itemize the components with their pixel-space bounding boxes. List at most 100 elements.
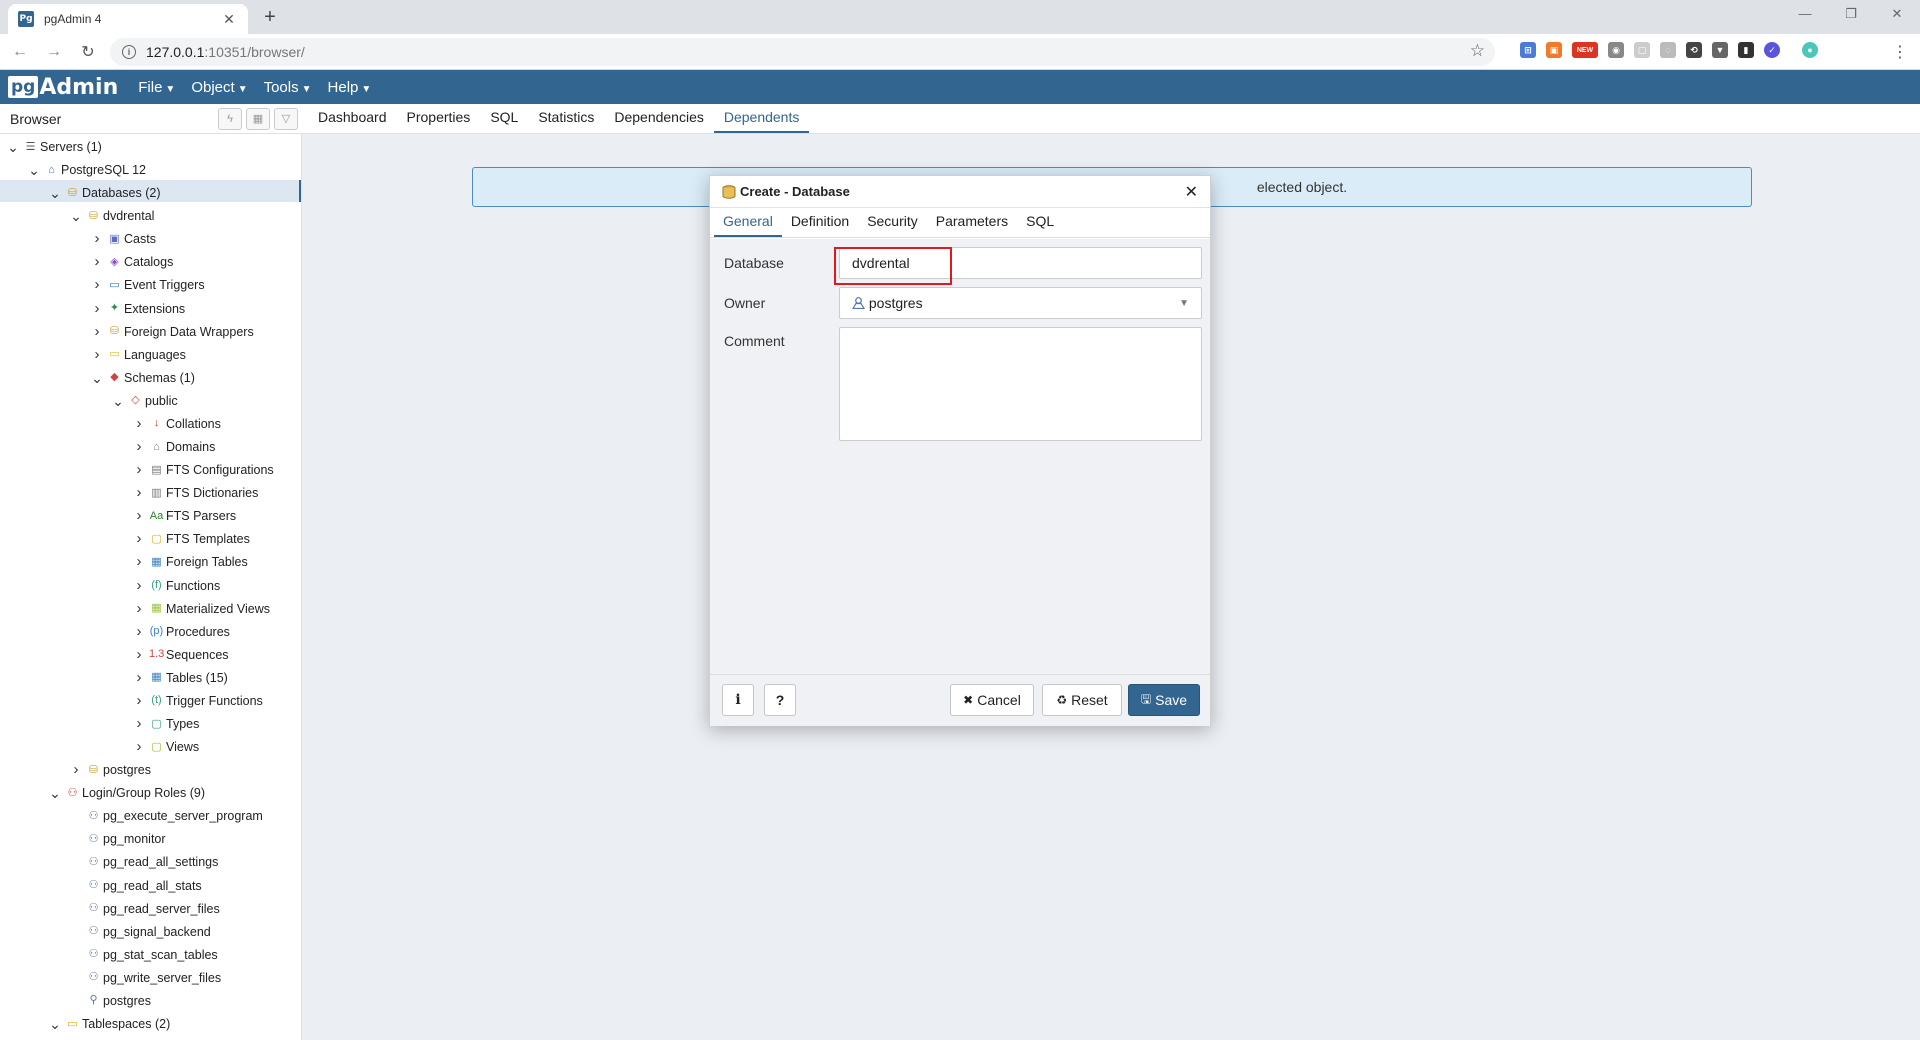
tree-node[interactable]: › ▢ FTS Templates — [132, 528, 250, 550]
chevron-right-icon[interactable]: › — [132, 553, 146, 571]
chevron-right-icon[interactable]: › — [132, 738, 146, 756]
tree-node[interactable]: › ▦ Tables (15) — [132, 667, 228, 689]
forward-icon[interactable]: → — [40, 43, 68, 61]
tree-node[interactable]: › ▦ Foreign Tables — [132, 551, 248, 573]
tree-node[interactable]: › (t) Trigger Functions — [132, 690, 263, 712]
tree-node[interactable]: › ▥ FTS Dictionaries — [132, 482, 259, 504]
tree-node[interactable]: ⚇ pg_read_all_stats — [69, 875, 202, 897]
chevron-down-icon[interactable]: ⌄ — [90, 371, 104, 385]
sync-extension-icon[interactable]: ⟲ — [1686, 42, 1702, 58]
tree-node[interactable]: › Aa FTS Parsers — [132, 505, 237, 527]
dialog-tab-parameters[interactable]: Parameters — [927, 213, 1017, 237]
tree-node[interactable]: ⌄ ◇ public — [111, 390, 178, 412]
tree-node[interactable]: ⌄ ☰ Servers (1) — [6, 136, 102, 158]
vue-extension-icon[interactable]: ▼ — [1712, 42, 1728, 58]
tree-node[interactable]: › ▤ FTS Configurations — [132, 459, 274, 481]
chevron-right-icon[interactable]: › — [90, 276, 104, 294]
chevron-right-icon[interactable]: › — [132, 415, 146, 433]
chevron-right-icon[interactable]: › — [90, 253, 104, 271]
chevron-right-icon[interactable]: › — [90, 300, 104, 318]
menu-tools[interactable]: Tools ▼ — [264, 79, 312, 96]
reload-icon[interactable]: ↻ — [74, 42, 102, 62]
menu-file[interactable]: File ▼ — [138, 79, 175, 96]
menu-object[interactable]: Object ▼ — [191, 79, 247, 96]
chevron-right-icon[interactable]: › — [132, 623, 146, 641]
chevron-down-icon[interactable]: ⌄ — [48, 786, 62, 800]
filter-icon[interactable]: ▽ — [274, 107, 298, 130]
chevron-right-icon[interactable]: › — [90, 323, 104, 341]
orange-extension-icon[interactable]: ▣ — [1546, 42, 1562, 58]
tree-node[interactable]: › (f) Functions — [132, 575, 221, 597]
tree-node[interactable]: ⌄ ◆ Schemas (1) — [90, 367, 195, 389]
dialog-tab-security[interactable]: Security — [858, 213, 927, 237]
tree-node[interactable]: ▭pg_default — [69, 1036, 161, 1040]
dark-extension-icon[interactable]: ▮ — [1738, 42, 1754, 58]
address-bar[interactable]: i 127.0.0.1:10351/browser/ ☆ — [110, 38, 1495, 66]
tab-sql[interactable]: SQL — [480, 109, 528, 133]
tab-statistics[interactable]: Statistics — [528, 109, 604, 133]
chevron-right-icon[interactable]: › — [132, 715, 146, 733]
camera-extension-icon[interactable]: ◉ — [1608, 42, 1624, 58]
cancel-button[interactable]: ✖ Cancel — [950, 684, 1034, 716]
dialog-tab-general[interactable]: General — [714, 213, 782, 237]
tree-node[interactable]: ⚇ pg_read_server_files — [69, 898, 220, 920]
tree-node[interactable]: ⚇ pg_stat_scan_tables — [69, 944, 218, 966]
chevron-right-icon[interactable]: › — [132, 507, 146, 525]
browser-tab[interactable]: Pg pgAdmin 4 ✕ — [8, 4, 248, 34]
chevron-right-icon[interactable]: › — [90, 346, 104, 364]
tree-node[interactable]: › ▦ Materialized Views — [132, 598, 270, 620]
tree-node[interactable]: › ✦ Extensions — [90, 298, 186, 320]
tree-node[interactable]: ⚇ pg_write_server_files — [69, 967, 222, 989]
tab-dashboard[interactable]: Dashboard — [308, 109, 397, 133]
help-button[interactable]: ? — [764, 684, 796, 716]
view-data-icon[interactable]: ▦ — [246, 107, 270, 130]
chevron-down-icon[interactable]: ⌄ — [69, 209, 83, 223]
tab-dependents[interactable]: Dependents — [713, 109, 810, 133]
profile-avatar-icon[interactable]: ● — [1802, 42, 1818, 58]
chevron-down-icon[interactable]: ⌄ — [111, 394, 125, 408]
chevron-right-icon[interactable]: › — [132, 530, 146, 548]
chevron-right-icon[interactable]: › — [132, 669, 146, 687]
tree-node[interactable]: › ▭ Event Triggers — [90, 274, 205, 296]
site-info-icon[interactable]: i — [122, 45, 136, 59]
tree-node[interactable]: › (p) Procedures — [132, 621, 230, 643]
database-name-input[interactable]: dvdrental — [839, 247, 1202, 279]
browser-menu-icon[interactable]: ⋮ — [1892, 42, 1908, 62]
new-tab-icon[interactable]: + — [258, 6, 282, 28]
reset-button[interactable]: ♻ Reset — [1042, 684, 1122, 716]
tree-node[interactable]: › ▣ Casts — [90, 228, 156, 250]
chevron-right-icon[interactable]: › — [132, 646, 146, 664]
grey-extension-icon[interactable]: ▢ — [1634, 42, 1650, 58]
tree-node[interactable]: ⚇ pg_signal_backend — [69, 921, 211, 943]
tree-node[interactable]: › ⌂ Domains — [132, 436, 216, 458]
save-button[interactable]: 🖫 Save — [1128, 684, 1200, 716]
chevron-right-icon[interactable]: › — [132, 600, 146, 618]
dialog-tab-sql[interactable]: SQL — [1017, 213, 1063, 237]
tab-dependencies[interactable]: Dependencies — [604, 109, 714, 133]
dialog-tab-definition[interactable]: Definition — [782, 213, 858, 237]
bookmark-star-icon[interactable]: ☆ — [1470, 41, 1485, 61]
tree-node[interactable]: ⚇ pg_execute_server_program — [69, 805, 263, 827]
chevron-right-icon[interactable]: › — [90, 230, 104, 248]
query-tool-icon[interactable]: ϟ — [218, 107, 242, 130]
owner-select[interactable]: postgres ▼ — [839, 287, 1202, 319]
tree-node[interactable]: ⌄ ⛁ dvdrental — [69, 205, 154, 227]
chevron-right-icon[interactable]: › — [132, 438, 146, 456]
check-extension-icon[interactable]: ✓ — [1764, 42, 1780, 58]
chevron-right-icon[interactable]: › — [132, 692, 146, 710]
minimize-icon[interactable]: — — [1782, 0, 1828, 30]
close-window-icon[interactable]: ✕ — [1874, 0, 1920, 30]
translate-extension-icon[interactable]: ⊞ — [1520, 42, 1536, 58]
tree-node[interactable]: ⚇ pg_monitor — [69, 828, 166, 850]
chevron-right-icon[interactable]: › — [132, 461, 146, 479]
tree-node[interactable]: › ▢ Types — [132, 713, 200, 735]
back-icon[interactable]: ← — [6, 43, 34, 61]
tree-node[interactable]: ⚲ postgres — [69, 990, 150, 1012]
chevron-right-icon[interactable]: › — [132, 577, 146, 595]
info-button[interactable]: i — [722, 684, 754, 716]
chevron-down-icon[interactable]: ⌄ — [27, 163, 41, 177]
chevron-down-icon[interactable]: ⌄ — [6, 140, 20, 154]
close-tab-icon[interactable]: ✕ — [220, 11, 238, 28]
chevron-down-icon[interactable]: ⌄ — [48, 186, 62, 200]
restore-icon[interactable]: ❐ — [1828, 0, 1874, 30]
